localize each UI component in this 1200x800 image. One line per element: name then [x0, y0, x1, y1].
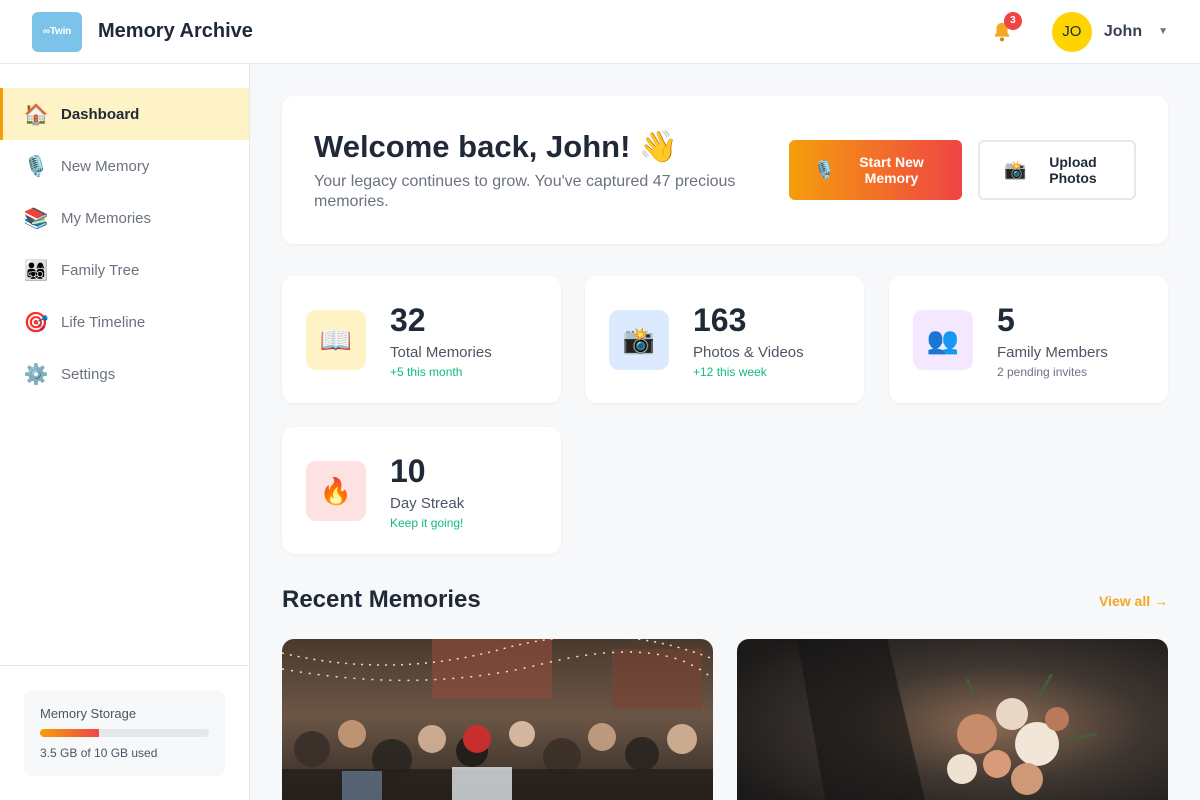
start-new-memory-label: Start New Memory [859, 154, 924, 186]
stat-label: Day Streak [390, 495, 465, 512]
sidebar-item-dashboard[interactable]: 🏠 Dashboard [0, 88, 249, 140]
book-icon: 📖 [306, 310, 366, 370]
storage-section: Memory Storage 3.5 GB of 10 GB used [0, 665, 249, 800]
app-logo[interactable]: ∞Twin [32, 11, 82, 52]
welcome-title: Welcome back, John! 👋 [314, 129, 678, 164]
user-menu[interactable]: JO John ▼ [1051, 11, 1168, 52]
stat-label: Photos & Videos [693, 344, 804, 361]
storage-usage-text: 3.5 GB of 10 GB used [40, 746, 158, 760]
target-icon: 🎯 [23, 311, 49, 334]
sidebar-item-family-tree[interactable]: 👨‍👩‍👧‍👦 Family Tree [0, 244, 249, 296]
upload-photos-label: Upload Photos [1049, 154, 1097, 186]
recent-memories-title: Recent Memories [282, 586, 481, 613]
upload-photos-button[interactable]: 📸 Upload Photos [978, 140, 1136, 200]
stat-label: Total Memories [390, 344, 492, 361]
sidebar: 🏠 Dashboard 🎙️ New Memory 📚 My Memories … [0, 64, 250, 800]
view-all-link[interactable]: View all → [1099, 593, 1168, 609]
storage-label: Memory Storage [40, 706, 137, 721]
memory-card-wedding[interactable] [737, 639, 1168, 800]
stat-value: 5 [997, 302, 1015, 338]
notification-badge: 3 [1003, 11, 1022, 30]
stat-card-day-streak[interactable]: 🔥 10 Day Streak Keep it going! [282, 427, 561, 554]
welcome-card: Welcome back, John! 👋 Your legacy contin… [282, 96, 1168, 244]
start-new-memory-button[interactable]: 🎙️ Start New Memory [789, 140, 962, 200]
welcome-subtitle: Your legacy continues to grow. You've ca… [314, 173, 736, 210]
home-icon: 🏠 [23, 103, 49, 126]
sidebar-item-label: New Memory [61, 157, 150, 175]
user-name: John [1103, 22, 1143, 40]
sidebar-item-new-memory[interactable]: 🎙️ New Memory [0, 140, 249, 192]
stat-subtext: 2 pending invites [997, 365, 1088, 379]
header-actions: 3 JO John ▼ [988, 11, 1168, 52]
top-header: ∞Twin Memory Archive 3 JO John ▼ [0, 0, 1200, 64]
avatar: JO [1051, 11, 1092, 52]
camera-icon: 📸 [609, 310, 669, 370]
storage-progress-fill [40, 729, 100, 737]
wedding-bouquet-photo [737, 639, 1168, 800]
stat-label: Family Members [997, 344, 1108, 361]
stat-subtext: +12 this week [693, 365, 767, 379]
family-icon: 👨‍👩‍👧‍👦 [23, 259, 49, 282]
sidebar-item-my-memories[interactable]: 📚 My Memories [0, 192, 249, 244]
party-crowd-photo [282, 639, 713, 800]
stat-value: 32 [390, 302, 426, 338]
sidebar-item-label: Dashboard [61, 105, 140, 123]
sidebar-item-label: Family Tree [61, 261, 140, 279]
camera-icon: 📸 [1004, 159, 1027, 180]
sidebar-item-settings[interactable]: ⚙️ Settings [0, 348, 249, 400]
sidebar-item-label: My Memories [61, 209, 152, 227]
sidebar-nav: 🏠 Dashboard 🎙️ New Memory 📚 My Memories … [0, 64, 249, 400]
storage-card: Memory Storage 3.5 GB of 10 GB used [24, 690, 225, 776]
notifications-button[interactable]: 3 [988, 11, 1022, 46]
stat-card-photos-videos[interactable]: 📸 163 Photos & Videos +12 this week [585, 276, 864, 403]
chevron-down-icon: ▼ [1158, 26, 1168, 37]
sidebar-item-life-timeline[interactable]: 🎯 Life Timeline [0, 296, 249, 348]
microphone-icon: 🎙️ [813, 159, 836, 180]
stat-subtext: +5 this month [390, 365, 463, 379]
memory-card-party[interactable] [282, 639, 713, 800]
gear-icon: ⚙️ [23, 363, 49, 386]
microphone-icon: 🎙️ [23, 155, 49, 178]
stat-subtext: Keep it going! [390, 516, 464, 530]
stat-card-family-members[interactable]: 👥 5 Family Members 2 pending invites [889, 276, 1168, 403]
books-icon: 📚 [23, 207, 49, 230]
storage-progress-bar [40, 729, 209, 737]
fire-icon: 🔥 [306, 461, 366, 521]
stat-value: 163 [693, 302, 747, 338]
people-icon: 👥 [913, 310, 973, 370]
app-title: Memory Archive [98, 20, 253, 42]
stat-value: 10 [390, 453, 426, 489]
sidebar-item-label: Settings [61, 365, 116, 383]
stat-card-total-memories[interactable]: 📖 32 Total Memories +5 this month [282, 276, 561, 403]
sidebar-item-label: Life Timeline [61, 313, 146, 331]
